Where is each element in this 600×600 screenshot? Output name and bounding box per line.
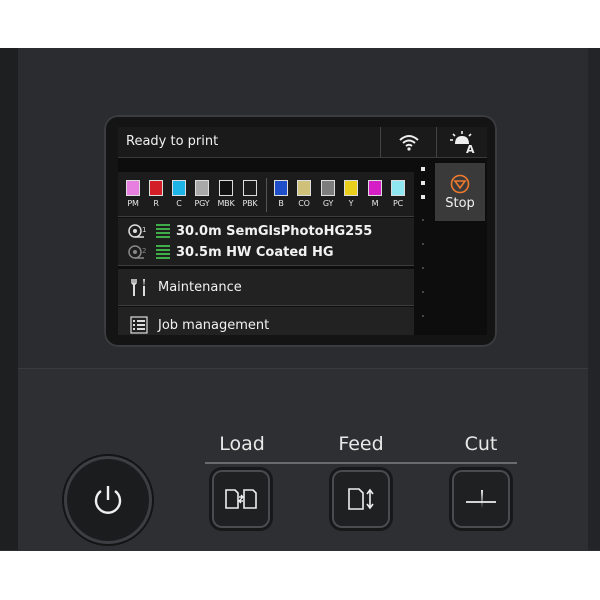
feed-paper-icon [348,488,374,510]
stop-icon [450,174,470,193]
svg-text:A: A [466,143,475,154]
ink-swatch [297,180,311,196]
ink-swatch [172,180,186,196]
maintenance-icon [130,277,150,297]
ink-tank: M [364,180,386,208]
ink-label: GY [322,199,334,208]
auto-cleaning-icon[interactable]: A [436,127,487,157]
ink-label: CO [298,199,310,208]
ink-label: PM [127,199,139,208]
job-list-icon [130,316,150,334]
ink-swatch [149,180,163,196]
roll-1-icon: 1 [128,224,146,238]
roll-2-row: 2 30.5m HW Coated HG [128,242,334,262]
panel-right-edge [588,48,600,550]
ink-label: R [153,199,159,208]
load-paper-icon [225,489,257,509]
menu-item-job-management[interactable]: Job management [118,307,414,335]
ink-tank: CO [293,180,315,208]
roll-1-level-icon [156,222,170,240]
ink-tank: GY [317,180,339,208]
load-label: Load [219,433,265,455]
page-indicator [420,167,428,335]
ink-tank: R [145,180,167,208]
ink-swatch [219,180,233,196]
ink-label: B [278,199,284,208]
ink-tank: MBK [215,180,237,208]
ink-tank: PC [387,180,409,208]
ink-swatch [391,180,405,196]
ink-label: PGY [194,199,210,208]
stop-button[interactable]: Stop [435,163,485,221]
ink-label: Y [348,199,354,208]
ink-swatch [243,180,257,196]
paper-media-panel[interactable]: 1 30.0m SemGlsPhotoHG255 2 30.5m HW Coat… [118,218,414,266]
ink-tank: PGY [191,180,213,208]
touch-screen: Ready to print A PM R C PGY MBK PBK B CO… [118,127,487,335]
wifi-icon[interactable] [380,127,436,157]
cut-button[interactable] [452,470,510,528]
ink-label: PC [392,199,403,208]
panel-left-edge [0,48,18,550]
ink-swatch [274,180,288,196]
power-icon [94,486,122,514]
power-button[interactable] [64,456,152,544]
feed-label: Feed [338,433,384,455]
menu-item-label: Job management [158,317,270,333]
ink-swatch [344,180,358,196]
ink-level-panel[interactable]: PM R C PGY MBK PBK B CO GY Y M PC [118,172,414,217]
roll-1-media: 30.0m SemGlsPhotoHG255 [176,223,373,239]
svg-text:1: 1 [142,226,146,234]
status-bar: Ready to print A [118,127,487,158]
roll-1-row: 1 30.0m SemGlsPhotoHG255 [128,221,372,241]
button-group-line [205,462,517,464]
ink-tank: C [168,180,190,208]
ink-tank: PM [122,180,144,208]
roll-2-media: 30.5m HW Coated HG [176,244,334,260]
menu-item-label: Maintenance [158,279,242,295]
menu-item-maintenance[interactable]: Maintenance [118,269,414,306]
cut-label: Cut [464,433,498,455]
stop-label: Stop [445,195,475,211]
load-button[interactable] [212,470,270,528]
ink-swatch [195,180,209,196]
cut-icon [466,490,496,508]
svg-text:2: 2 [142,247,146,255]
ink-tank: PBK [239,180,261,208]
ink-group-divider [266,178,267,212]
roll-2-level-icon [156,243,170,261]
ink-tank: B [270,180,292,208]
ink-label: MBK [217,199,235,208]
ink-label: M [371,199,379,208]
ink-tank: Y [340,180,362,208]
ink-swatch [368,180,382,196]
ink-label: PBK [242,199,258,208]
ink-label: C [176,199,182,208]
roll-2-icon: 2 [128,245,146,259]
ink-swatch [126,180,140,196]
ink-swatch [321,180,335,196]
feed-button[interactable] [332,470,390,528]
status-text: Ready to print [126,134,219,149]
